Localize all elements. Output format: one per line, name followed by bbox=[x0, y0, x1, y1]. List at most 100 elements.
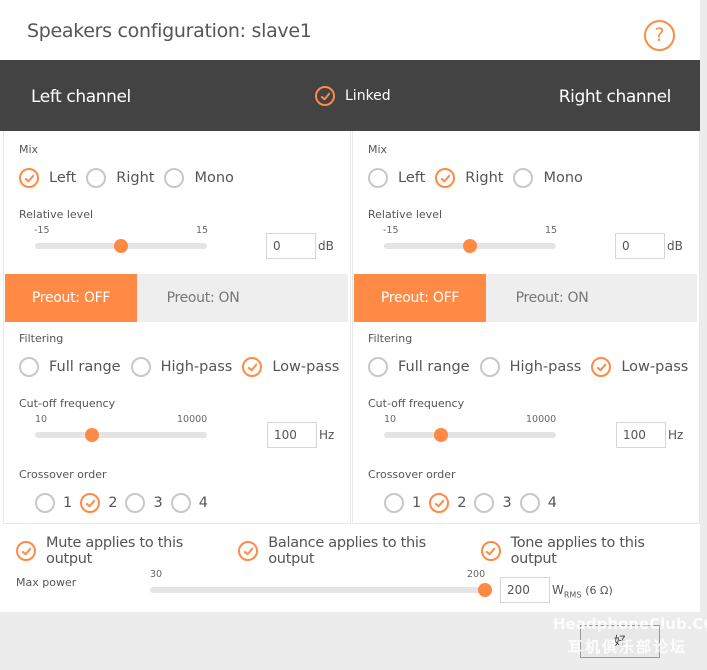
left-channel-panel: Mix Left Right Mono Relative level -15 15 … bbox=[3, 131, 351, 524]
mix-option-left[interactable]: Left bbox=[368, 168, 425, 188]
cutoff-max-tick: 10000 bbox=[177, 414, 208, 425]
relative-level-min-tick: -15 bbox=[383, 225, 399, 236]
cutoff-slider-thumb[interactable] bbox=[434, 428, 449, 442]
max-power-slider-track[interactable] bbox=[150, 587, 485, 593]
radio-unchecked-icon bbox=[513, 168, 534, 188]
filter-option-high-pass[interactable]: High-pass bbox=[130, 357, 233, 377]
max-power-max-tick: 200 bbox=[467, 569, 486, 580]
ok-button[interactable]: 好 bbox=[580, 625, 660, 658]
crossover-option-1[interactable]: 1 bbox=[35, 493, 72, 513]
preout-toggle: Preout: OFF Preout: ON bbox=[354, 274, 697, 322]
mix-option-mono[interactable]: Mono bbox=[164, 168, 234, 188]
relative-level-input[interactable]: 0 bbox=[615, 233, 665, 259]
max-power-input[interactable]: 200 bbox=[500, 577, 550, 603]
crossover-option-2[interactable]: 2 bbox=[429, 493, 466, 513]
speakers-config-dialog: Speakers configuration: slave1 ? Left ch… bbox=[0, 0, 700, 612]
relative-level-min-tick: -15 bbox=[34, 225, 50, 236]
filter-option-low-pass[interactable]: Low-pass bbox=[242, 357, 339, 377]
option-label: Full range bbox=[49, 359, 121, 375]
crossover-option-3[interactable]: 3 bbox=[474, 493, 512, 513]
cutoff-input[interactable]: 100 bbox=[616, 422, 666, 448]
mute-applies-checkbox[interactable]: Mute applies to this output bbox=[16, 535, 228, 567]
unit-suffix: (6 Ω) bbox=[585, 584, 613, 597]
option-label: Full range bbox=[398, 359, 470, 375]
check-icon bbox=[315, 86, 335, 106]
mix-option-left[interactable]: Left bbox=[19, 168, 76, 188]
option-label: Left bbox=[398, 170, 426, 186]
crossover-order-label: Crossover order bbox=[368, 468, 456, 481]
preout-toggle: Preout: OFF Preout: ON bbox=[5, 274, 348, 322]
preout-off-button[interactable]: Preout: OFF bbox=[5, 274, 137, 322]
radio-checked-icon bbox=[429, 493, 450, 513]
filter-option-high-pass[interactable]: High-pass bbox=[479, 357, 582, 377]
option-label: High-pass bbox=[509, 359, 582, 375]
max-power-slider-thumb[interactable] bbox=[478, 583, 492, 597]
crossover-option-3[interactable]: 3 bbox=[125, 493, 163, 513]
crossover-option-4[interactable]: 4 bbox=[170, 493, 208, 513]
radio-unchecked-icon bbox=[368, 168, 388, 188]
cutoff-slider-track[interactable] bbox=[384, 432, 556, 438]
balance-applies-checkbox[interactable]: Balance applies to this output bbox=[238, 535, 470, 567]
cutoff-frequency-label: Cut-off frequency bbox=[19, 397, 116, 410]
crossover-option-4[interactable]: 4 bbox=[519, 493, 557, 513]
radio-unchecked-icon bbox=[164, 168, 185, 188]
option-label: 4 bbox=[198, 495, 208, 511]
radio-unchecked-icon bbox=[479, 357, 500, 377]
filtering-options: Full range High-pass Low-pass bbox=[368, 357, 698, 377]
relative-level-unit: dB bbox=[667, 239, 683, 253]
preout-on-button[interactable]: Preout: ON bbox=[486, 274, 618, 322]
help-icon[interactable]: ? bbox=[644, 20, 675, 51]
radio-unchecked-icon bbox=[19, 357, 39, 377]
mix-option-right[interactable]: Right bbox=[86, 168, 154, 188]
crossover-option-1[interactable]: 1 bbox=[384, 493, 421, 513]
crossover-option-2[interactable]: 2 bbox=[80, 493, 117, 513]
radio-unchecked-icon bbox=[170, 493, 191, 513]
option-label: 4 bbox=[547, 495, 557, 511]
radio-unchecked-icon bbox=[35, 493, 55, 513]
max-power-min-tick: 30 bbox=[150, 569, 163, 580]
relative-level-input[interactable]: 0 bbox=[266, 233, 316, 259]
radio-unchecked-icon bbox=[130, 357, 151, 377]
mix-option-right[interactable]: Right bbox=[435, 168, 503, 188]
tone-applies-checkbox[interactable]: Tone applies to this output bbox=[480, 535, 690, 567]
cutoff-slider-thumb[interactable] bbox=[85, 428, 100, 442]
cutoff-frequency-label: Cut-off frequency bbox=[368, 397, 465, 410]
cutoff-unit: Hz bbox=[668, 428, 684, 442]
filter-option-full-range[interactable]: Full range bbox=[19, 357, 121, 377]
option-label: 1 bbox=[63, 495, 73, 511]
filtering-options: Full range High-pass Low-pass bbox=[19, 357, 349, 377]
filter-option-low-pass[interactable]: Low-pass bbox=[591, 357, 688, 377]
option-label: Low-pass bbox=[621, 359, 689, 375]
relative-level-slider-thumb[interactable] bbox=[463, 239, 477, 253]
option-label: Balance applies to this output bbox=[268, 535, 426, 567]
relative-level-unit: dB bbox=[318, 239, 334, 253]
cutoff-slider-track[interactable] bbox=[35, 432, 207, 438]
max-power-label: Max power bbox=[16, 576, 77, 589]
option-label: High-pass bbox=[160, 359, 233, 375]
relative-level-max-tick: 15 bbox=[545, 225, 558, 236]
option-label: Left bbox=[49, 170, 77, 186]
relative-level-slider-thumb[interactable] bbox=[114, 239, 128, 253]
cutoff-min-tick: 10 bbox=[384, 414, 397, 425]
radio-checked-icon bbox=[80, 493, 101, 513]
cutoff-min-tick: 10 bbox=[35, 414, 48, 425]
right-channel-label: Right channel bbox=[558, 87, 672, 107]
mix-options: Left Right Mono bbox=[368, 168, 593, 188]
relative-level-label: Relative level bbox=[368, 208, 443, 221]
mix-option-mono[interactable]: Mono bbox=[513, 168, 583, 188]
filter-option-full-range[interactable]: Full range bbox=[368, 357, 470, 377]
cutoff-input[interactable]: 100 bbox=[267, 422, 317, 448]
preout-off-button[interactable]: Preout: OFF bbox=[354, 274, 486, 322]
filtering-label: Filtering bbox=[368, 332, 413, 345]
right-channel-panel: Mix Left Right Mono Relative level -15 15 … bbox=[352, 131, 700, 524]
crossover-order-options: 1 2 3 4 bbox=[384, 493, 565, 513]
crossover-order-label: Crossover order bbox=[19, 468, 107, 481]
linked-checkbox[interactable]: Linked bbox=[315, 86, 391, 106]
filtering-label: Filtering bbox=[19, 332, 64, 345]
radio-checked-icon bbox=[435, 168, 456, 188]
title-bar: Speakers configuration: slave1 ? bbox=[0, 0, 700, 60]
channel-bar: Left channel Linked Right channel bbox=[0, 60, 700, 131]
preout-on-button[interactable]: Preout: ON bbox=[137, 274, 269, 322]
option-label: Tone applies to this output bbox=[510, 535, 645, 567]
radio-checked-icon bbox=[591, 357, 612, 377]
